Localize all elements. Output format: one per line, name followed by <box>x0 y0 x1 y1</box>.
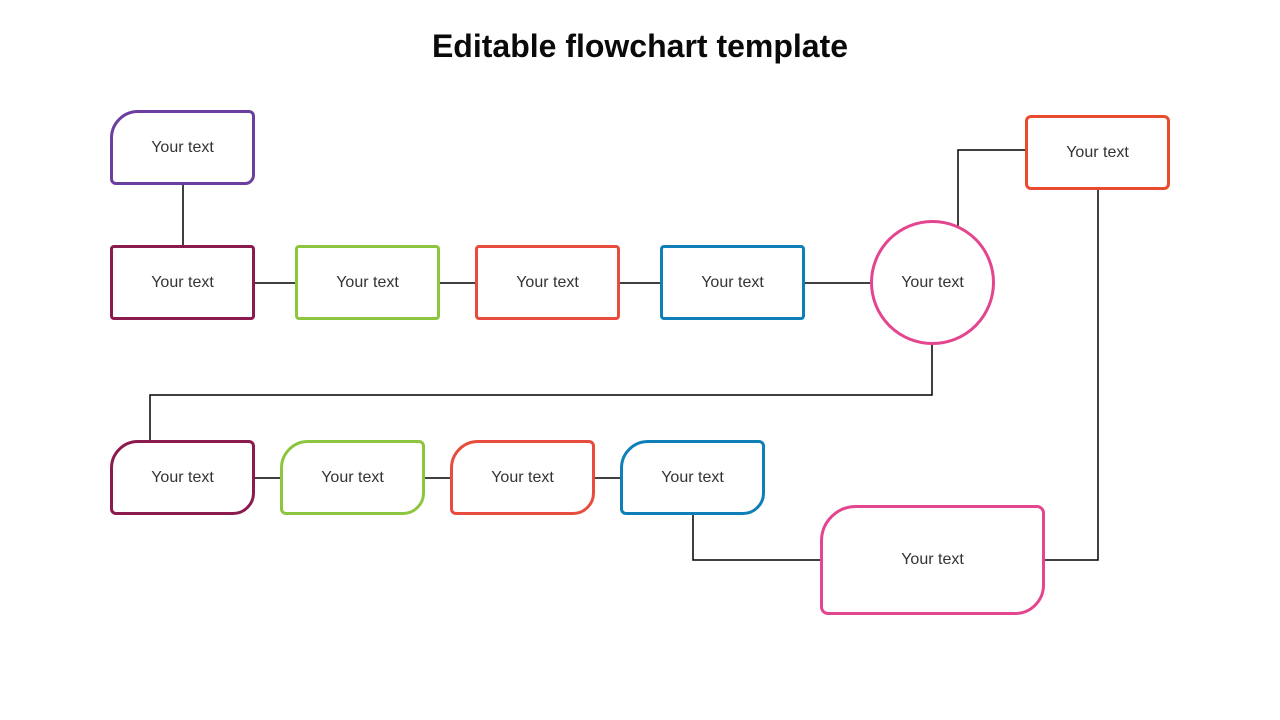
node-r3-1-label: Your text <box>151 469 214 487</box>
node-r2-3-label: Your text <box>516 274 579 292</box>
connectors <box>0 0 1280 720</box>
node-r3-4: Your text <box>620 440 765 515</box>
node-top-right-label: Your text <box>1066 144 1129 162</box>
node-top-label: Your text <box>151 139 214 157</box>
node-r3-4-label: Your text <box>661 469 724 487</box>
node-r2-5: Your text <box>870 220 995 345</box>
node-r2-5-label: Your text <box>901 274 964 292</box>
node-r2-4: Your text <box>660 245 805 320</box>
node-bottom-label: Your text <box>901 551 964 569</box>
node-r3-2: Your text <box>280 440 425 515</box>
node-r2-1-label: Your text <box>151 274 214 292</box>
node-top: Your text <box>110 110 255 185</box>
node-top-right: Your text <box>1025 115 1170 190</box>
node-r2-3: Your text <box>475 245 620 320</box>
node-r3-1: Your text <box>110 440 255 515</box>
node-r3-3-label: Your text <box>491 469 554 487</box>
node-r2-1: Your text <box>110 245 255 320</box>
node-r3-3: Your text <box>450 440 595 515</box>
node-r2-4-label: Your text <box>701 274 764 292</box>
node-bottom: Your text <box>820 505 1045 615</box>
node-r2-2: Your text <box>295 245 440 320</box>
node-r3-2-label: Your text <box>321 469 384 487</box>
node-r2-2-label: Your text <box>336 274 399 292</box>
